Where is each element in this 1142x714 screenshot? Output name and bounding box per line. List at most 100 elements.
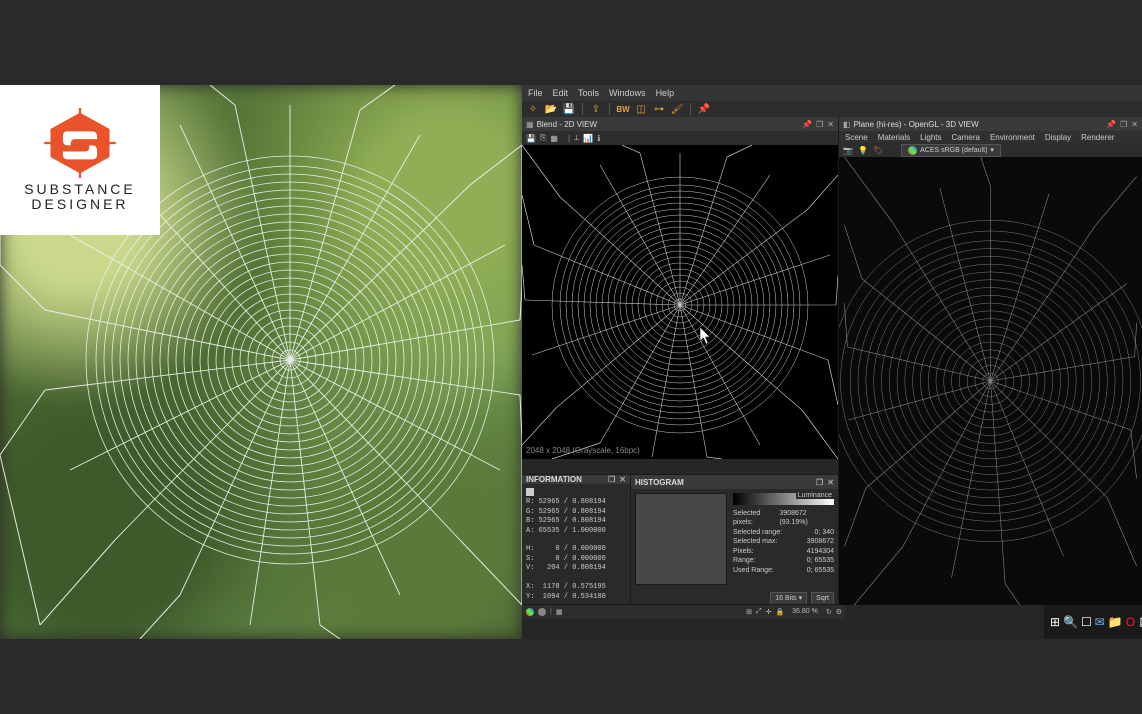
menu-scene[interactable]: Scene [845, 133, 868, 142]
menu-file[interactable]: File [528, 88, 543, 98]
new-icon[interactable]: ✧ [526, 102, 540, 116]
histogram-stat-row: Pixels:4194304 [733, 547, 834, 556]
scale-dropdown[interactable]: Sqrt [811, 592, 834, 605]
panels-container: ▦Blend - 2D VIEW 📌 ❐ ✕ 💾 ⎘ ▦ | ⟂ 📊 [522, 117, 1142, 605]
histogram-panel: HISTOGRAM ❐ ✕ Luminance Selected pixels:3… [631, 475, 838, 605]
taskbar-start[interactable]: ⊞ [1050, 610, 1060, 634]
histogram-stat-row: Range:0; 65535 [733, 556, 834, 565]
info-row: Y: 1094 / 0.534180 [526, 593, 626, 602]
grid-toggle-icon[interactable]: ⊞ [746, 608, 752, 616]
restore-icon[interactable]: ❐ [816, 478, 823, 487]
menu-camera[interactable]: Camera [952, 133, 980, 142]
histogram-stats: Luminance Selected pixels:3908672 (93.19… [733, 493, 834, 587]
viewport-2d[interactable]: 2048 x 2048 (Grayscale, 16bpc) [522, 145, 838, 459]
information-body: R: 52965 / 0.808194G: 52965 / 0.808194B:… [522, 484, 630, 606]
menu-lights[interactable]: Lights [920, 133, 941, 142]
color-profile-dropdown[interactable]: ACES sRGB (default) ▾ [901, 144, 1001, 157]
taskbar-mail[interactable]: ✉ [1095, 610, 1105, 634]
menu-help[interactable]: Help [656, 88, 675, 98]
info-row: A: 65535 / 1.000000 [526, 527, 626, 536]
settings-icon[interactable]: ⚙ [836, 608, 842, 616]
menu-edit[interactable]: Edit [553, 88, 569, 98]
info-row: H: 0 / 0.000000 [526, 545, 626, 554]
restore-icon[interactable]: ❐ [1120, 120, 1127, 129]
close-icon[interactable]: ✕ [1131, 120, 1138, 129]
info-icon[interactable]: ℹ [597, 134, 600, 143]
information-panel: INFORMATION ❐✕ R: 52965 / 0.808194G: 529… [522, 475, 631, 605]
taskbar-explorer[interactable]: 📁 [1108, 610, 1123, 634]
spiderweb-3d [839, 157, 1142, 605]
link-icon[interactable]: ⊶ [652, 102, 666, 116]
light-icon[interactable]: 💡 [858, 146, 868, 155]
export-icon[interactable]: ⇪ [589, 102, 603, 116]
panel-2d-toolbar: 💾 ⎘ ▦ | ⟂ 📊 ℹ [522, 131, 838, 145]
open-icon[interactable]: 📂 [544, 102, 558, 116]
menu-windows[interactable]: Windows [609, 88, 646, 98]
save-icon[interactable]: 💾 [562, 102, 576, 116]
menu-tools[interactable]: Tools [578, 88, 599, 98]
channel-icon[interactable]: ▦ [556, 608, 563, 616]
pin-icon[interactable]: 📌 [802, 120, 812, 129]
histogram-stat-row: Selected max:3908672 [733, 537, 834, 546]
ruler-icon[interactable]: ⟂ [574, 133, 579, 143]
bottom-panels: INFORMATION ❐✕ R: 52965 / 0.808194G: 529… [522, 474, 838, 605]
luminance-gradient[interactable]: Luminance [733, 493, 834, 505]
viewport-2d-footer: | ▦ ⊞ ⤢ ✛ 🔒 36.80 % ↻ ⚙ [522, 604, 846, 619]
menu-display[interactable]: Display [1045, 133, 1071, 142]
material-icon[interactable]: 🏷 [873, 146, 883, 155]
save-view-icon[interactable]: 💾 [526, 134, 536, 143]
restore-icon[interactable]: ❐ [816, 120, 823, 129]
gray-icon[interactable] [538, 608, 546, 616]
info-row: G: 52965 / 0.808194 [526, 508, 626, 517]
bits-dropdown[interactable]: 16 Bits ▾ [770, 592, 807, 605]
taskbar-opera[interactable]: O [1126, 610, 1135, 634]
bw-toggle-icon[interactable]: BW [616, 102, 630, 116]
menu-renderer[interactable]: Renderer [1081, 133, 1114, 142]
menu-materials[interactable]: Materials [878, 133, 910, 142]
taskbar-store[interactable]: 🛍 [1138, 610, 1142, 634]
rgb-icon[interactable] [526, 608, 534, 616]
info-row: S: 0 / 0.000000 [526, 555, 626, 564]
information-header: INFORMATION ❐✕ [522, 475, 630, 484]
camera-icon[interactable]: 📷 [843, 146, 853, 155]
color-profile-icon [908, 146, 917, 155]
info-row: B: 52965 / 0.808194 [526, 517, 626, 526]
histogram-title: HISTOGRAM [635, 478, 684, 487]
substance-logo: SUBSTANCE DESIGNER [0, 85, 160, 235]
refresh-icon[interactable]: ↻ [826, 608, 832, 616]
spiderweb-2d [522, 145, 838, 459]
grid-icon[interactable]: ▦ [550, 134, 558, 143]
crosshair-icon[interactable]: ✛ [766, 608, 772, 616]
restore-icon[interactable]: ❐ [608, 475, 615, 484]
menu-environment[interactable]: Environment [990, 133, 1035, 142]
close-icon[interactable]: ✕ [827, 120, 834, 129]
viewport-3d[interactable] [839, 157, 1142, 605]
logo-line1: SUBSTANCE [24, 182, 136, 197]
substance-designer-window: File Edit Tools Windows Help ✧ 📂 💾 ⇪ BW … [522, 85, 1142, 639]
menubar: File Edit Tools Windows Help [522, 85, 1142, 101]
taskbar-search[interactable]: 🔍 [1063, 610, 1078, 634]
histogram-graph[interactable] [635, 493, 727, 585]
panel-3d-titlebar: ◧Plane (hi-res) - OpenGL - 3D VIEW 📌 ❐ ✕ [839, 117, 1142, 131]
fit-icon[interactable]: ⤢ [756, 608, 762, 616]
paint-icon[interactable]: 🖌 [670, 102, 684, 116]
node-icon[interactable]: ◫ [634, 102, 648, 116]
histogram-icon[interactable]: 📊 [583, 134, 593, 143]
info-row: V: 204 / 0.808194 [526, 564, 626, 573]
pin-icon[interactable]: 📌 [1106, 120, 1116, 129]
pin-icon[interactable]: 📌 [697, 102, 711, 116]
close-icon[interactable]: ✕ [827, 478, 834, 487]
taskbar-taskview[interactable]: ☐ [1081, 610, 1092, 634]
copy-icon[interactable]: ⎘ [540, 133, 546, 143]
close-icon[interactable]: ✕ [619, 475, 626, 484]
content-area: SUBSTANCE DESIGNER File Edit Tools Windo… [0, 85, 1142, 639]
cube-icon: ◧ [843, 120, 851, 129]
panel-3d-toolbar: 📷 💡 🏷 ACES sRGB (default) ▾ [839, 143, 1142, 157]
logo-line2: DESIGNER [24, 197, 136, 212]
panel-3d-column: ◧Plane (hi-res) - OpenGL - 3D VIEW 📌 ❐ ✕… [839, 117, 1142, 605]
toolbar-sep [582, 103, 583, 115]
lock-icon[interactable]: 🔒 [775, 608, 784, 616]
viewport-2d-info: 2048 x 2048 (Grayscale, 16bpc) [526, 446, 640, 455]
histogram-header: HISTOGRAM ❐ ✕ [631, 475, 838, 489]
color-profile-label: ACES sRGB (default) [920, 145, 987, 156]
